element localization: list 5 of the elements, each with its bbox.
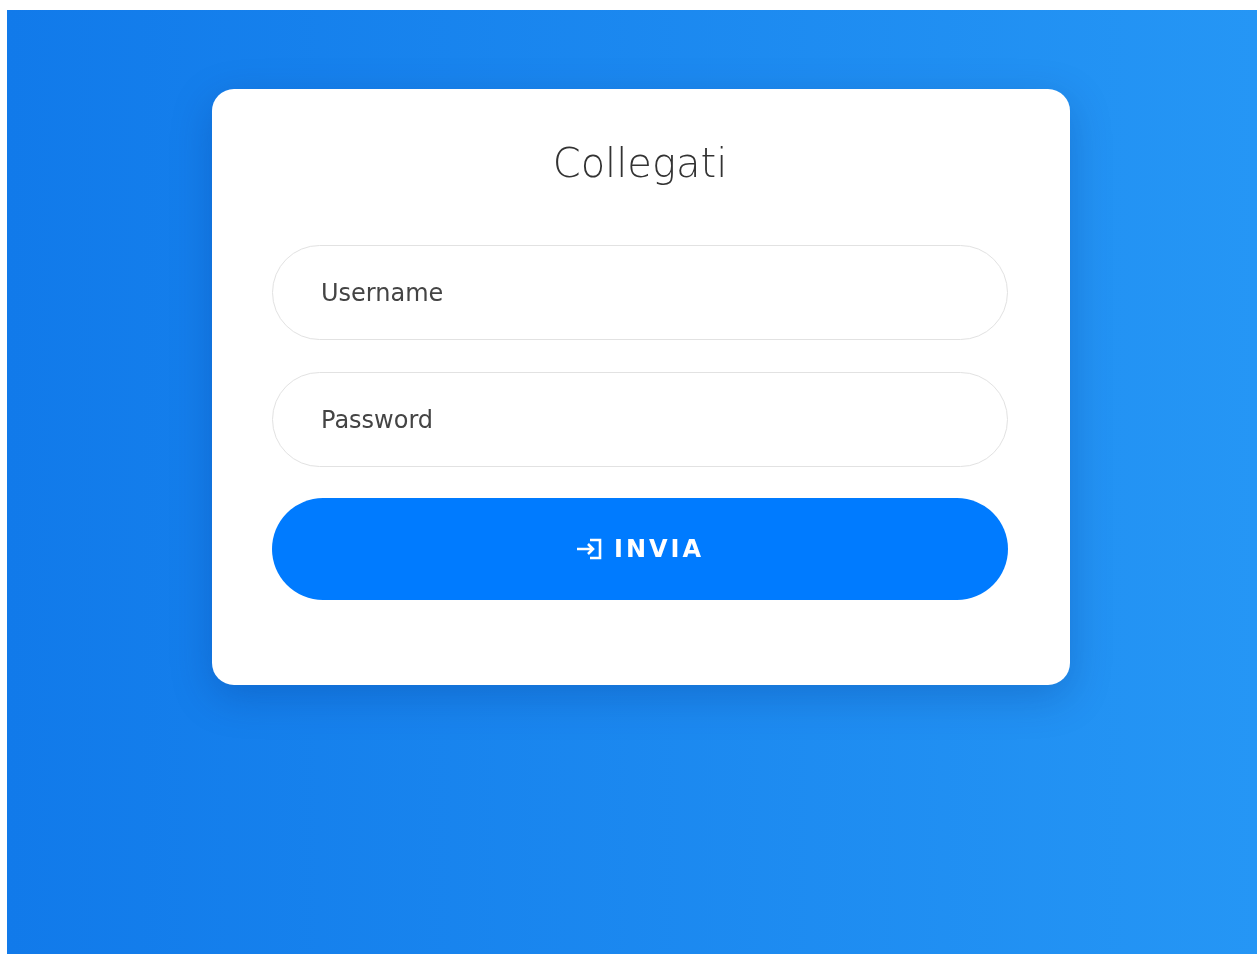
login-title: Collegati — [551, 139, 729, 187]
submit-button[interactable]: INVIA — [272, 498, 1008, 600]
sign-in-icon — [575, 537, 604, 561]
input-field[interactable]: Password — [272, 372, 1008, 467]
input-field[interactable]: Username — [272, 245, 1008, 340]
